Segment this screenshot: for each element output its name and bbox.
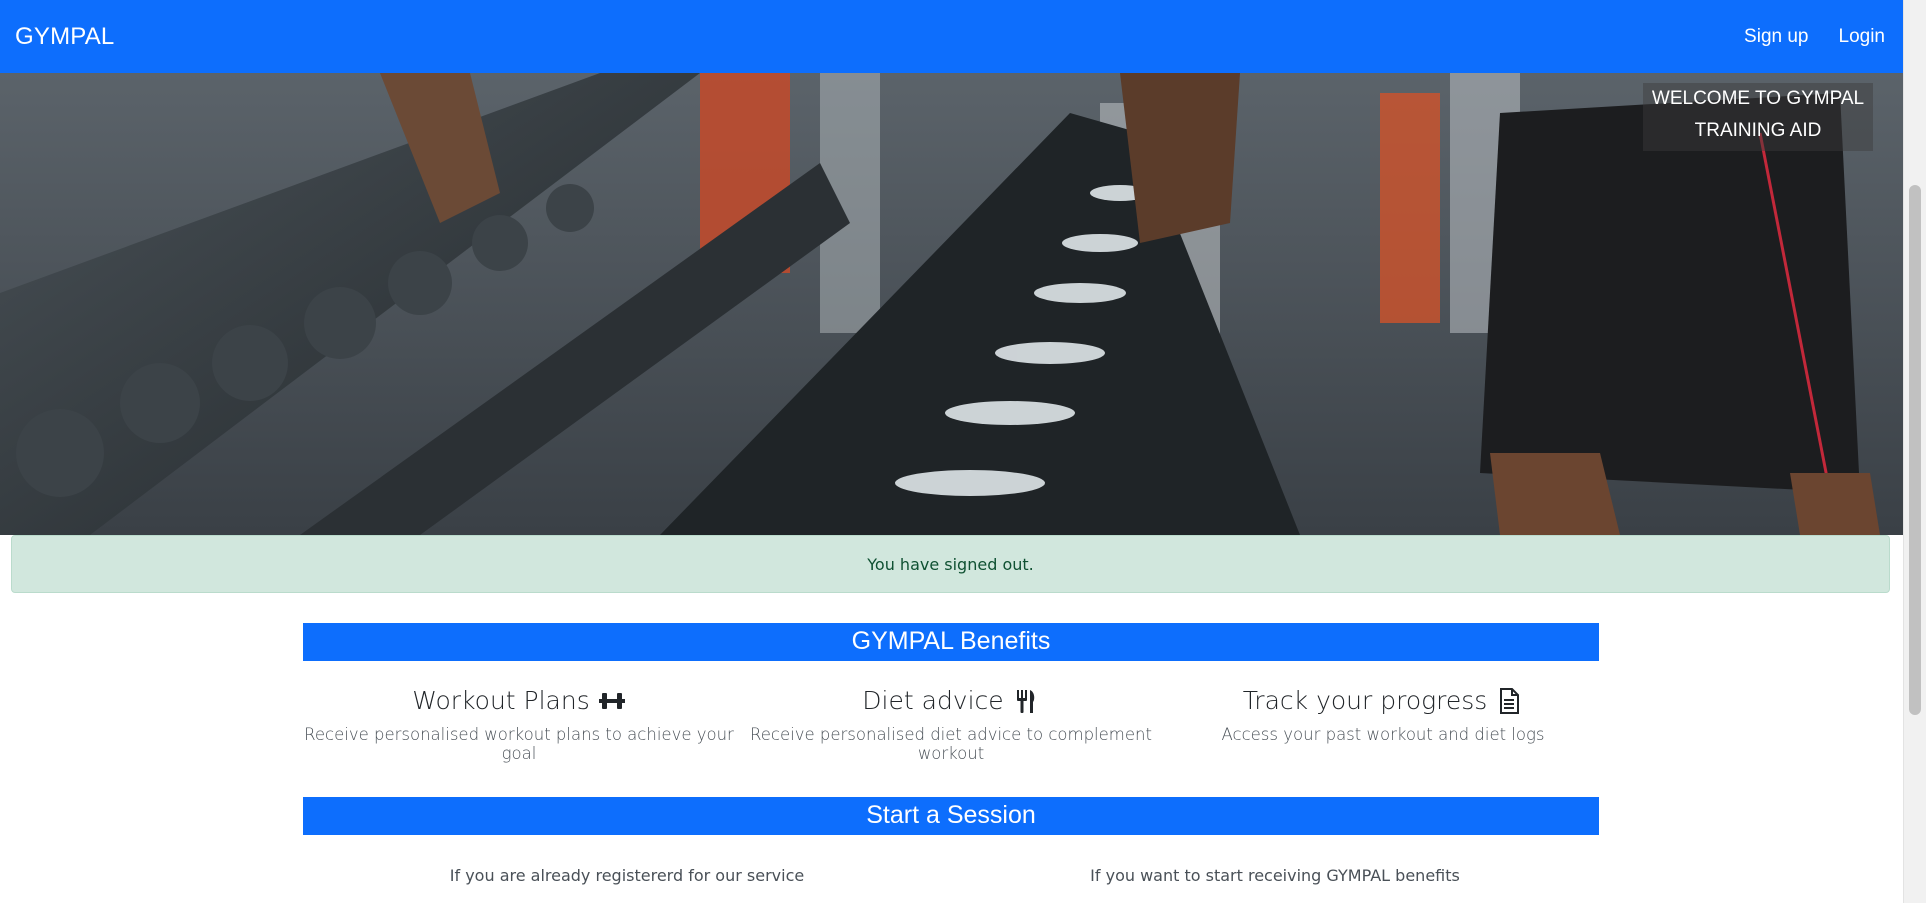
- welcome-box: WELCOME TO GYMPAL TRAINING AID: [1643, 83, 1873, 151]
- welcome-line-2: TRAINING AID: [1694, 120, 1822, 141]
- benefits-row: Workout Plans Receive personalised worko…: [303, 686, 1599, 763]
- benefit-description: Access your past workout and diet logs: [1221, 725, 1545, 744]
- signup-link[interactable]: Sign up: [1744, 26, 1808, 48]
- session-row: If you are already registererd for our s…: [303, 866, 1599, 885]
- dumbbell-icon: [598, 692, 625, 709]
- hero-banner: WELCOME TO GYMPAL TRAINING AID: [0, 73, 1903, 535]
- welcome-line-1: WELCOME TO GYMPAL: [1651, 88, 1865, 109]
- benefit-description: Receive personalised workout plans to ac…: [304, 725, 734, 763]
- benefit-workout-plans: Workout Plans Receive personalised worko…: [303, 686, 735, 763]
- scrollbar-thumb[interactable]: [1909, 185, 1921, 715]
- benefit-title: Track your progress: [1243, 686, 1524, 715]
- registered-text: If you are already registererd for our s…: [449, 866, 805, 885]
- benefit-title: Workout Plans: [412, 686, 626, 715]
- top-navbar: GYMPAL Sign up Login: [0, 0, 1903, 73]
- benefit-title: Diet advice: [862, 686, 1039, 715]
- login-link[interactable]: Login: [1839, 26, 1886, 48]
- nav-links: Sign up Login: [1744, 26, 1885, 48]
- start-session-heading: Start a Session: [303, 797, 1599, 835]
- document-icon: [1500, 687, 1520, 714]
- hero-gym-image: [0, 73, 1903, 535]
- benefit-title-text: Workout Plans: [412, 686, 590, 715]
- benefit-description: Receive personalised diet advice to comp…: [750, 725, 1152, 763]
- benefit-diet-advice: Diet advice Receive personalised diet ad…: [735, 686, 1167, 763]
- utensils-icon: [1016, 689, 1034, 713]
- benefit-title-text: Track your progress: [1242, 686, 1488, 715]
- benefits-heading: GYMPAL Benefits: [303, 623, 1599, 661]
- benefit-title-text: Diet advice: [862, 686, 1004, 715]
- new-user-text: If you want to start receiving GYMPAL be…: [1090, 866, 1460, 885]
- signout-alert: You have signed out.: [11, 535, 1890, 593]
- brand-logo-link[interactable]: GYMPAL: [15, 23, 114, 51]
- benefit-track-progress: Track your progress Access your past wor…: [1167, 686, 1599, 763]
- page-scrollbar[interactable]: [1903, 0, 1926, 903]
